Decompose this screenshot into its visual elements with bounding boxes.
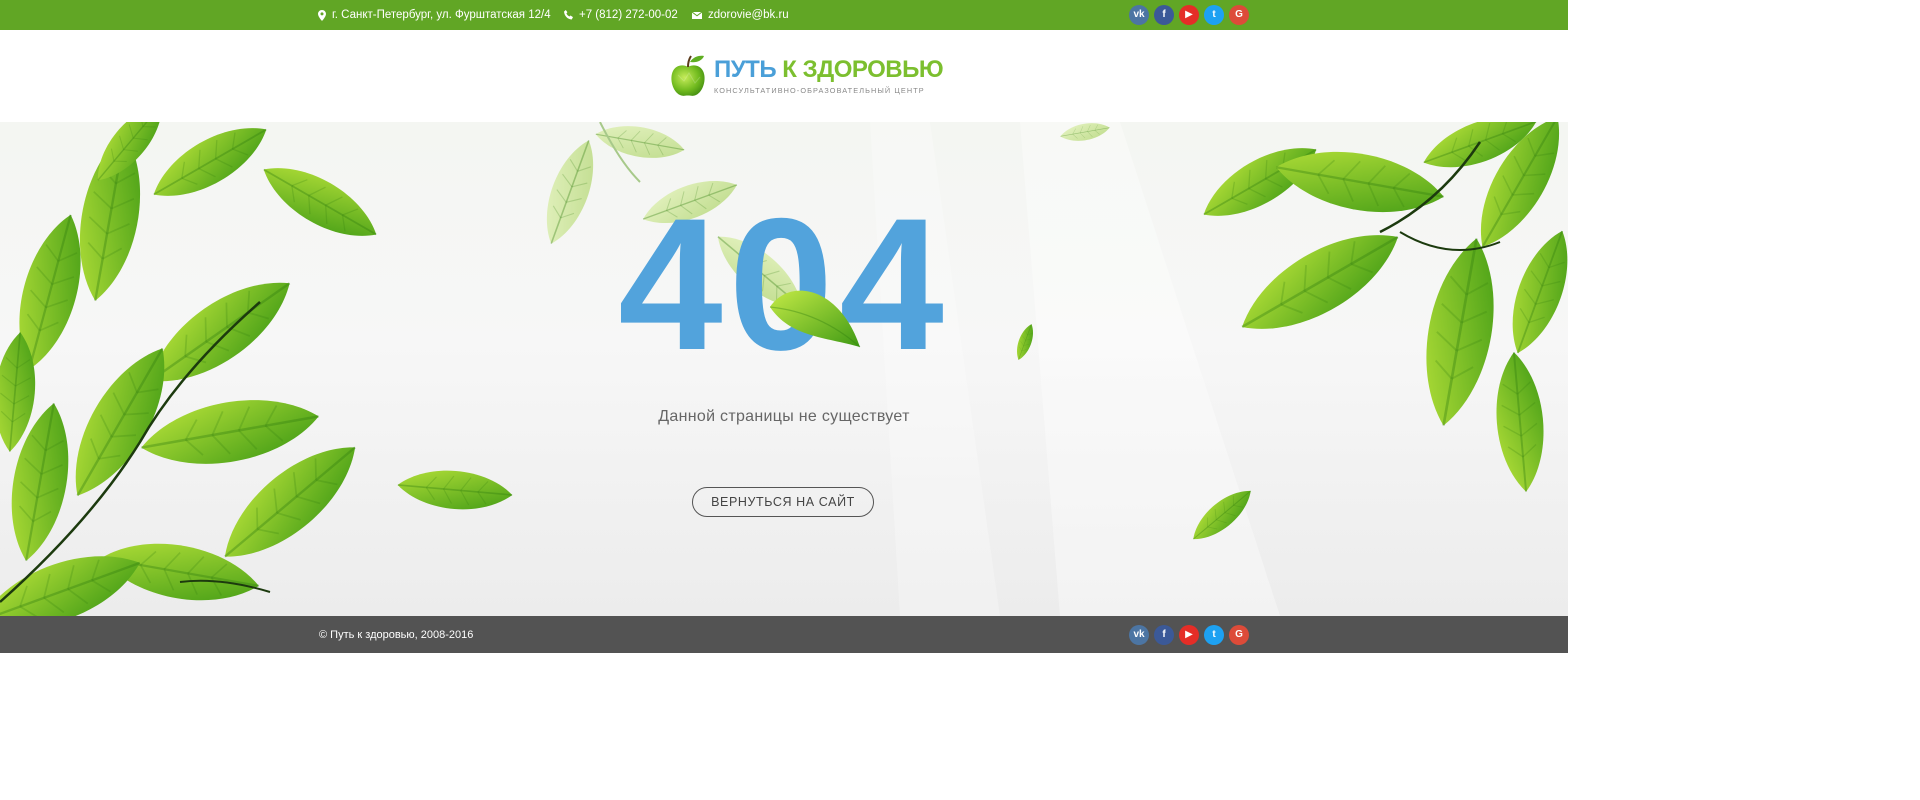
error-hero: 404 Данной страницы не существует ВЕРНУТ… [0,122,1568,616]
topbar-social-links: vk f ▶ t G [1129,5,1249,25]
logo-title-part2: К ЗДОРОВЬЮ [782,55,944,83]
error-message: Данной страницы не существует [658,408,910,425]
leaf-over-code-icon [769,290,861,348]
email-text[interactable]: zdorovie@bk.ru [708,9,789,21]
address-contact: г. Санкт-Петербург, ул. Фурштатская 12/4 [318,0,551,30]
twitter-icon[interactable]: t [1204,5,1224,25]
copyright-text: © Путь к здоровью, 2008-2016 [319,628,474,641]
logo-title-part1: ПУТЬ [714,55,777,83]
logo-title: ПУТЬ К ЗДОРОВЬЮ [714,55,944,83]
logo-text: ПУТЬ К ЗДОРОВЬЮ КОНСУЛЬТАТИВНО-ОБРАЗОВАТ… [714,55,944,95]
phone-text[interactable]: +7 (812) 272-00-02 [579,9,678,21]
back-to-site-button[interactable]: ВЕРНУТЬСЯ НА САЙТ [692,487,874,517]
site-header: ПУТЬ К ЗДОРОВЬЮ КОНСУЛЬТАТИВНО-ОБРАЗОВАТ… [0,30,1568,122]
vk-icon[interactable]: vk [1129,5,1149,25]
address-text: г. Санкт-Петербург, ул. Фурштатская 12/4 [332,9,551,21]
vk-icon[interactable]: vk [1129,625,1149,645]
top-bar: г. Санкт-Петербург, ул. Фурштатская 12/4… [0,0,1568,30]
phone-contact[interactable]: +7 (812) 272-00-02 [564,0,678,30]
youtube-icon[interactable]: ▶ [1179,625,1199,645]
phone-icon [564,10,573,20]
youtube-icon[interactable]: ▶ [1179,5,1199,25]
facebook-icon[interactable]: f [1154,5,1174,25]
twitter-icon[interactable]: t [1204,625,1224,645]
map-pin-icon [318,9,326,21]
apple-icon [671,55,705,96]
site-logo[interactable]: ПУТЬ К ЗДОРОВЬЮ КОНСУЛЬТАТИВНО-ОБРАЗОВАТ… [668,53,944,99]
logo-subtitle: КОНСУЛЬТАТИВНО-ОБРАЗОВАТЕЛЬНЫЙ ЦЕНТР [714,85,925,95]
google-plus-icon[interactable]: G [1229,5,1249,25]
facebook-icon[interactable]: f [1154,625,1174,645]
footer-social-links: vk f ▶ t G [1129,625,1249,645]
email-contact[interactable]: zdorovie@bk.ru [692,0,789,30]
envelope-icon [692,11,702,19]
google-plus-icon[interactable]: G [1229,625,1249,645]
site-footer: © Путь к здоровью, 2008-2016 vk f ▶ t G [0,616,1568,653]
